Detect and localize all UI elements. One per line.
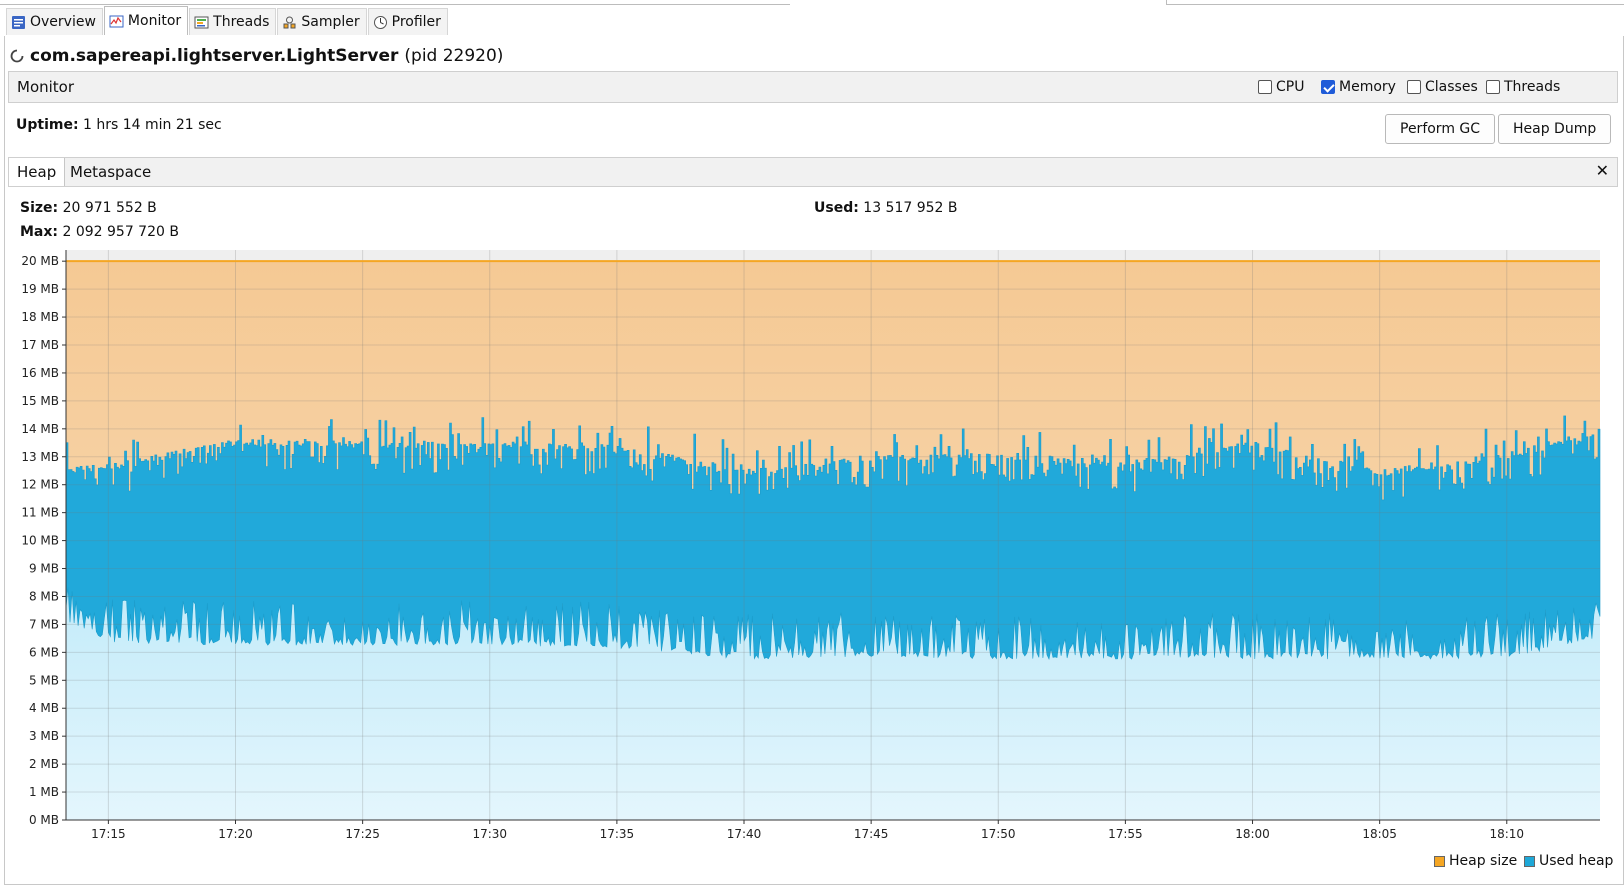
monitor-section-header: Monitor CPU Memory Classes Threads [8, 71, 1618, 103]
y-tick-label: 16 MB [21, 366, 59, 380]
top-divider-right [1166, 0, 1624, 5]
subtab-metaspace[interactable]: Metaspace [62, 158, 159, 186]
main-tab-bar: Overview Monitor Threads Sampler Profile… [6, 6, 449, 36]
y-tick-label: 1 MB [29, 785, 59, 799]
cpu-checkbox-box[interactable] [1258, 80, 1272, 94]
threads-checkbox-box[interactable] [1486, 80, 1500, 94]
tab-monitor[interactable]: Monitor [103, 6, 189, 35]
tab-sampler[interactable]: Sampler [277, 8, 367, 35]
refresh-spinner-icon [10, 49, 24, 63]
heap-used-value: 13 517 952 B [863, 200, 958, 216]
monitor-section-label: Monitor [17, 78, 75, 96]
x-tick-label: 17:50 [981, 827, 1016, 841]
x-tick-label: 17:30 [472, 827, 507, 841]
legend-heap-size-label: Heap size [1449, 853, 1518, 869]
monitor-icon [109, 15, 124, 27]
application-title: com.sapereapi.lightserver.LightServer (p… [10, 44, 503, 68]
classes-checkbox-label: Classes [1425, 79, 1478, 95]
y-tick-label: 3 MB [29, 729, 59, 743]
y-tick-label: 5 MB [29, 673, 59, 687]
tab-threads-label: Threads [213, 14, 270, 30]
y-tick-label: 10 MB [21, 534, 59, 548]
x-tick-label: 17:25 [345, 827, 380, 841]
legend-used-heap-swatch [1524, 855, 1535, 867]
x-tick-label: 17:45 [854, 827, 889, 841]
x-tick-label: 17:15 [91, 827, 126, 841]
y-tick-label: 15 MB [21, 394, 59, 408]
uptime-value: 1 hrs 14 min 21 sec [83, 117, 222, 133]
plot-background [66, 250, 1600, 262]
window-top-strip [0, 0, 1624, 6]
heap-max-label: Max: [20, 224, 59, 240]
uptime-label: Uptime: [16, 117, 79, 133]
y-tick-label: 4 MB [29, 701, 59, 715]
perform-gc-button[interactable]: Perform GC [1385, 114, 1496, 144]
legend-heap-size: Heap size [1434, 853, 1517, 869]
overview-icon [12, 15, 25, 29]
tab-sampler-label: Sampler [301, 14, 360, 30]
y-tick-label: 7 MB [29, 617, 59, 631]
classes-checkbox[interactable]: Classes [1407, 79, 1478, 95]
x-tick-label: 17:40 [727, 827, 762, 841]
threads-icon [194, 16, 209, 28]
y-tick-label: 19 MB [21, 282, 59, 296]
memory-checkbox-label: Memory [1339, 79, 1396, 95]
x-tick-label: 17:55 [1108, 827, 1143, 841]
y-tick-label: 6 MB [29, 645, 59, 659]
y-tick-label: 20 MB [21, 254, 59, 268]
heap-dump-button[interactable]: Heap Dump [1498, 114, 1612, 144]
tab-profiler-label: Profiler [391, 14, 441, 30]
y-tick-label: 13 MB [21, 450, 59, 464]
cpu-checkbox-label: CPU [1276, 79, 1305, 95]
legend-used-heap-label: Used heap [1539, 853, 1614, 869]
x-tick-label: 18:10 [1489, 827, 1524, 841]
y-tick-label: 8 MB [29, 589, 59, 603]
x-tick-label: 18:05 [1362, 827, 1397, 841]
y-tick-label: 17 MB [21, 338, 59, 352]
tab-overview[interactable]: Overview [6, 8, 103, 35]
tab-profiler[interactable]: Profiler [367, 8, 448, 35]
app-pid: (pid 22920) [404, 46, 504, 66]
heap-size-value: 20 971 552 B [62, 200, 157, 216]
heap-chart: 0 MB 1 MB 2 MB 3 MB 4 MB 5 MB 6 MB 7 MB 8 MB 9 MB… [21, 250, 1601, 841]
tab-overview-label: Overview [30, 14, 96, 30]
heap-used-stat: Used: 13 517 952 B [814, 200, 958, 216]
x-tick-label: 17:35 [600, 827, 635, 841]
y-tick-label: 0 MB [29, 813, 59, 827]
classes-checkbox-box[interactable] [1407, 80, 1421, 94]
y-tick-label: 12 MB [21, 478, 59, 492]
y-tick-label: 9 MB [29, 562, 59, 576]
threads-checkbox-label: Threads [1504, 79, 1561, 95]
tab-monitor-label: Monitor [127, 13, 182, 29]
sampler-icon [283, 16, 296, 28]
heap-max-stat: Max: 2 092 957 720 B [20, 224, 179, 240]
y-tick-label: 14 MB [21, 422, 59, 436]
x-tick-label: 17:20 [218, 827, 253, 841]
subtab-heap[interactable]: Heap [9, 158, 66, 186]
uptime-display: Uptime: 1 hrs 14 min 21 sec [16, 117, 222, 133]
x-tick-label: 18:00 [1235, 827, 1270, 841]
top-divider-left [0, 0, 790, 5]
legend-heap-size-swatch [1434, 855, 1445, 867]
heap-max-value: 2 092 957 720 B [62, 224, 179, 240]
heap-size-label: Size: [20, 200, 59, 216]
y-tick-label: 11 MB [21, 506, 59, 520]
heap-used-label: Used: [814, 200, 859, 216]
memory-subtab-bar: Heap Metaspace ✕ [8, 157, 1618, 187]
threads-checkbox[interactable]: Threads [1486, 79, 1560, 95]
memory-checkbox-box[interactable] [1321, 80, 1335, 94]
memory-checkbox[interactable]: Memory [1321, 79, 1396, 95]
cpu-checkbox[interactable]: CPU [1258, 79, 1304, 95]
profiler-icon [373, 15, 387, 29]
heap-size-stat: Size: 20 971 552 B [20, 200, 157, 216]
app-name: com.sapereapi.lightserver.LightServer [30, 46, 399, 66]
tab-threads[interactable]: Threads [189, 8, 277, 35]
close-icon[interactable]: ✕ [1596, 161, 1609, 180]
y-tick-label: 2 MB [29, 757, 59, 771]
legend-used-heap: Used heap [1524, 853, 1613, 869]
y-tick-label: 18 MB [21, 310, 59, 324]
